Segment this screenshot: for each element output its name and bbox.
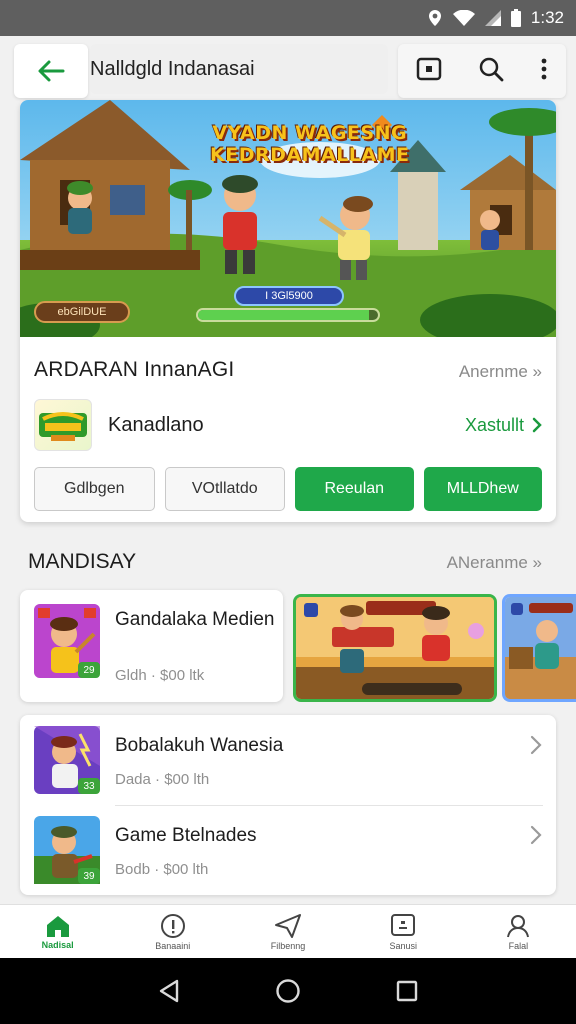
page-title-box: Nalldgld Indanasai: [90, 44, 388, 94]
game-meta: Gldh · $00 ltk: [115, 667, 205, 684]
nav-label: Nadisal: [41, 939, 74, 950]
developer-link-label: Xastullt: [464, 414, 524, 435]
cast-button[interactable]: [416, 57, 442, 86]
featured-banner[interactable]: VYADN WAGESNG KEDRDAMALLAME ebGilDUE I 3…: [20, 100, 556, 337]
home-icon: [46, 915, 69, 937]
banner-progress-fill: [198, 310, 369, 320]
battery-icon: [510, 9, 521, 27]
game-card[interactable]: 29 Gandalaka Medien Gldh · $00 ltk: [20, 590, 283, 702]
game-name: Gandalaka Medien: [115, 609, 275, 630]
rating-badge: 39: [78, 868, 100, 884]
developer-logo: [34, 399, 92, 451]
banner-headline-line-2: KEDRDAMALLAME: [210, 144, 410, 166]
chevron-right-icon: [530, 735, 542, 755]
bottom-navigation: Nadisal Banaaini Filbenng Sanusi Falal: [0, 904, 576, 958]
send-icon: [275, 913, 301, 938]
game-thumbnail: 39: [34, 816, 100, 889]
action-button-3[interactable]: Reeulan: [295, 467, 414, 511]
rating-badge: 33: [78, 778, 100, 794]
list-item[interactable]: 39 Game Btelnades Bodb · $00 lth: [20, 805, 556, 895]
wifi-icon: [452, 10, 475, 26]
developer-logo-icon: [39, 412, 87, 441]
info-icon: [160, 913, 185, 938]
section-more-link[interactable]: ANeranme »: [447, 553, 542, 573]
nav-label: Sanusi: [389, 940, 417, 951]
status-bar: 1:32: [0, 0, 576, 36]
featured-title: ARDARAN InnanAGI: [34, 358, 235, 381]
promo-banner-partial[interactable]: [502, 594, 576, 702]
list-item[interactable]: 33 Bobalakuh Wanesia Dada · $00 lth: [20, 715, 556, 806]
profile-icon: [507, 914, 530, 937]
featured-more-link[interactable]: Anernme »: [459, 362, 542, 382]
top-app-bar: Nalldgld Indanasai: [14, 44, 566, 98]
page-title: Nalldgld Indanasai: [90, 57, 255, 80]
promo-banner[interactable]: [293, 594, 497, 702]
action-button-2[interactable]: VOtllatdo: [164, 467, 285, 511]
banner-progress-bar: [196, 308, 380, 322]
game-list: 33 Bobalakuh Wanesia Dada · $00 lth 39 G…: [20, 715, 556, 895]
back-button[interactable]: [14, 44, 88, 98]
location-icon: [427, 9, 443, 27]
game-name: Game Btelnades: [115, 825, 257, 846]
rating-badge: 29: [78, 662, 100, 678]
action-button-1[interactable]: Gdlbgen: [34, 467, 155, 511]
action-button-4[interactable]: MLLDhew: [423, 467, 542, 511]
nav-item-home[interactable]: Nadisal: [0, 905, 115, 958]
arrow-left-icon: [38, 60, 65, 82]
game-meta: Bodb · $00 lth: [115, 861, 209, 878]
section-title: MANDISAY: [28, 550, 137, 573]
nav-label: Filbenng: [270, 940, 306, 951]
cast-icon: [416, 57, 442, 80]
developer-row[interactable]: Kanadlano Xastullt: [34, 398, 542, 452]
status-time: 1:32: [530, 8, 564, 27]
banner-headline: VYADN WAGESNG KEDRDAMALLAME: [210, 122, 410, 166]
action-buttons: Gdlbgen VOtllatdo Reeulan MLLDhew: [34, 467, 542, 511]
nav-item-info[interactable]: Banaaini: [115, 905, 230, 958]
tv-icon: [391, 913, 416, 936]
more-options-button[interactable]: [540, 57, 548, 86]
chevron-right-icon: [530, 825, 542, 845]
banner-pill: I 3Gl5900: [234, 286, 344, 306]
chevron-right-icon: [532, 417, 542, 433]
nav-label: Banaaini: [155, 940, 191, 951]
more-vert-icon: [541, 58, 547, 79]
developer-link[interactable]: Xastullt: [465, 415, 542, 436]
game-thumbnail: 29: [34, 604, 100, 683]
system-back-icon[interactable]: [158, 979, 180, 1003]
banner-headline-line-1: VYADN WAGESNG: [212, 122, 408, 144]
nav-item-tv[interactable]: Sanusi: [346, 905, 461, 958]
nav-label: Falal: [508, 940, 529, 951]
toolbar-actions: [398, 44, 566, 98]
nav-item-send[interactable]: Filbenng: [230, 905, 345, 958]
system-recents-icon[interactable]: [396, 980, 418, 1002]
search-icon: [479, 57, 504, 81]
system-home-icon[interactable]: [275, 978, 301, 1004]
developer-name: Kanadlano: [108, 413, 204, 436]
signal-icon: [484, 10, 501, 26]
game-thumbnail: 33: [34, 726, 100, 799]
search-button[interactable]: [478, 56, 504, 87]
nav-item-profile[interactable]: Falal: [461, 905, 576, 958]
featured-game-card: VYADN WAGESNG KEDRDAMALLAME ebGilDUE I 3…: [20, 100, 556, 522]
promo-illustration-partial: [505, 597, 576, 699]
promo-illustration: [296, 597, 494, 699]
banner-badge: ebGilDUE: [34, 301, 130, 323]
game-name: Bobalakuh Wanesia: [115, 735, 284, 756]
game-meta: Dada · $00 lth: [115, 771, 210, 788]
system-navigation-bar: [0, 958, 576, 1024]
